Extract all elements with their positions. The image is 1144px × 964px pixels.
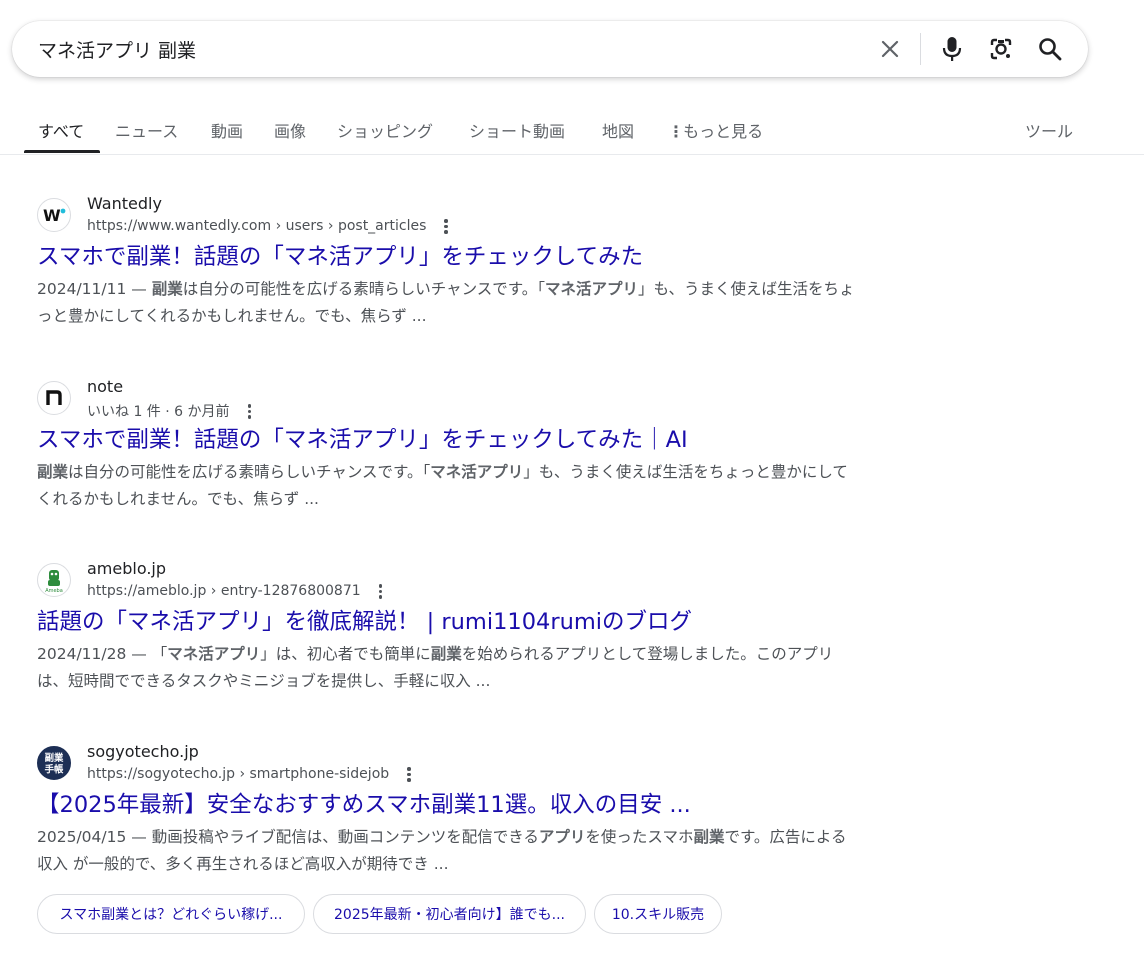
- sogyotecho-favicon: 副業 手帳: [37, 746, 71, 780]
- close-icon[interactable]: [876, 35, 904, 63]
- sitelink-chip[interactable]: 2025年最新・初心者向け】誰でも...: [313, 894, 586, 934]
- more-options-icon[interactable]: [438, 218, 454, 234]
- site-url[interactable]: いいね 1 件 · 6 か月前: [87, 401, 258, 421]
- wantedly-favicon: W: [37, 198, 71, 232]
- site-url[interactable]: https://sogyotecho.jp › smartphone-sidej…: [87, 766, 417, 782]
- site-url[interactable]: https://ameblo.jp › entry-12876800871: [87, 583, 389, 599]
- search-tabs: すべて ニュース 動画 画像 ショッピング ショート動画 地図 ⋮ もっと見る …: [0, 110, 1144, 155]
- note-favicon: [37, 381, 71, 415]
- active-tab-indicator: [24, 150, 100, 153]
- tab-all[interactable]: すべて: [38, 118, 84, 142]
- lens-icon[interactable]: [987, 35, 1015, 63]
- site-url-text: https://ameblo.jp › entry-12876800871: [87, 583, 361, 599]
- result-snippet: 副業は自分の可能性を広げる素晴らしいチャンスです。「マネ活アプリ」も、うまく使え…: [37, 463, 848, 508]
- site-name[interactable]: Wantedly: [87, 194, 162, 213]
- search-icon[interactable]: [1036, 35, 1064, 63]
- more-vert-icon: ⋮: [668, 122, 684, 141]
- tab-images[interactable]: 画像: [274, 118, 306, 142]
- result-snippet: 2024/11/11 — 副業は自分の可能性を広げる素晴らしいチャンスです。「マ…: [37, 280, 855, 325]
- more-options-icon[interactable]: [401, 766, 417, 782]
- site-url-text: https://sogyotecho.jp › smartphone-sidej…: [87, 766, 390, 782]
- site-url[interactable]: https://www.wantedly.com › users › post_…: [87, 218, 454, 234]
- site-url-text: いいね 1 件 · 6 か月前: [87, 404, 230, 420]
- mic-icon[interactable]: [938, 35, 966, 63]
- result-title-link[interactable]: 話題の「マネ活アプリ」を徹底解説！ | rumi1104rumiのブログ: [37, 604, 692, 636]
- search-divider: [920, 33, 921, 65]
- site-name[interactable]: note: [87, 377, 123, 396]
- result-snippet: 2024/11/28 — 「マネ活アプリ」は、初心者でも簡単に副業を始められるア…: [37, 645, 834, 690]
- ameba-favicon: Ameba: [37, 563, 71, 597]
- search-input[interactable]: マネ活アプリ 副業: [38, 36, 196, 63]
- tab-tools[interactable]: ツール: [1025, 118, 1073, 142]
- tab-maps[interactable]: 地図: [602, 118, 634, 142]
- tab-short-videos[interactable]: ショート動画: [469, 118, 565, 142]
- result-title-link[interactable]: スマホで副業！話題の「マネ活アプリ」をチェックしてみた｜AI: [37, 422, 688, 454]
- tab-news[interactable]: ニュース: [115, 118, 178, 142]
- site-name[interactable]: ameblo.jp: [87, 559, 166, 578]
- result-title-link[interactable]: 【2025年最新】安全なおすすめスマホ副業11選。収入の目安 ...: [37, 787, 691, 819]
- sitelink-chip[interactable]: スマホ副業とは？どれぐらい稼げ...: [37, 894, 305, 934]
- more-options-icon[interactable]: [373, 583, 389, 599]
- site-name[interactable]: sogyotecho.jp: [87, 742, 199, 761]
- more-options-icon[interactable]: [242, 403, 258, 419]
- svg-text:Ameba: Ameba: [45, 588, 63, 594]
- tab-videos[interactable]: 動画: [211, 118, 243, 142]
- svg-text:手帳: 手帳: [45, 763, 64, 775]
- site-url-text: https://www.wantedly.com › users › post_…: [87, 218, 427, 234]
- result-title-link[interactable]: スマホで副業！話題の「マネ活アプリ」をチェックしてみた: [37, 239, 643, 271]
- tab-shopping[interactable]: ショッピング: [337, 118, 433, 142]
- svg-text:副業: 副業: [45, 752, 64, 764]
- tab-more[interactable]: ⋮ もっと見る: [668, 118, 763, 142]
- svg-text:W: W: [43, 206, 61, 225]
- search-bar[interactable]: マネ活アプリ 副業: [12, 21, 1088, 77]
- tab-more-label: もっと見る: [683, 122, 764, 141]
- sitelink-chip[interactable]: 10.スキル販売: [594, 894, 722, 934]
- result-snippet: 2025/04/15 — 動画投稿やライブ配信は、動画コンテンツを配信できるアプ…: [37, 828, 847, 873]
